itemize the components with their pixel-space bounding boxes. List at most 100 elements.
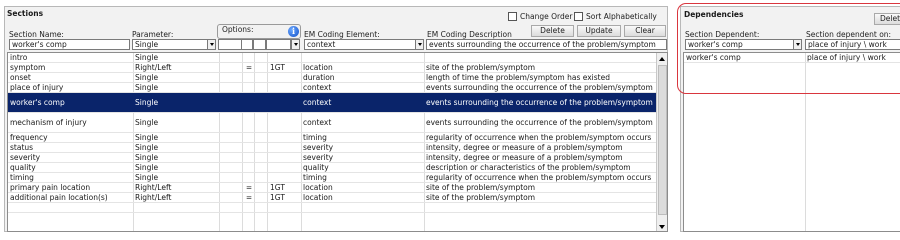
cell-name: primary pain location <box>10 183 91 192</box>
cell-name: symptom <box>10 63 46 72</box>
options-label: Options: <box>222 25 254 34</box>
table-row[interactable]: worker's comp Single context events surroun… <box>8 93 656 113</box>
sections-grid: intro Single symptom Right/Left = 1GT location… <box>7 52 668 232</box>
table-row[interactable]: symptom Right/Left = 1GT location site of the… <box>8 63 656 73</box>
cell-o3 <box>268 73 301 82</box>
cell-name <box>8 203 133 212</box>
cell-o3: 1GT <box>270 183 285 192</box>
cell-o2 <box>242 93 254 112</box>
cell-o1 <box>219 183 242 192</box>
table-row[interactable]: timing Single timing regularity of occurren… <box>8 173 656 183</box>
cell-o1 <box>219 153 242 162</box>
cell-em: severity <box>303 143 334 152</box>
scroll-down-icon[interactable] <box>658 223 666 231</box>
cell-o3 <box>268 133 301 142</box>
cell-o1 <box>219 143 242 152</box>
cell-o2: = <box>245 183 253 192</box>
table-row[interactable]: frequency Single timing regularity of occur… <box>8 133 656 143</box>
table-row[interactable]: onset Single duration length of time the pr… <box>8 73 656 83</box>
scroll-thumb[interactable] <box>658 65 667 215</box>
cell-o3 <box>268 203 301 212</box>
cell-o1 <box>219 93 242 112</box>
cell-o3: 1GT <box>270 63 285 72</box>
cell-em: location <box>303 183 333 192</box>
cell-o1 <box>219 163 242 172</box>
change-order-label: Change Order <box>520 12 573 21</box>
cell-o1 <box>219 113 242 132</box>
cell-o2 <box>242 173 254 182</box>
table-row[interactable] <box>8 203 656 213</box>
cell-o2 <box>242 143 254 152</box>
sort-alphabetically-checkbox[interactable] <box>574 12 583 21</box>
table-row[interactable]: quality Single quality description or chara… <box>8 163 656 173</box>
cell-o1 <box>219 63 242 72</box>
cell-o2 <box>242 73 254 82</box>
cell-param: Single <box>135 53 159 62</box>
cell-o1 <box>219 53 242 62</box>
em-element-dropdown-icon[interactable] <box>415 39 424 50</box>
cell-param: Single <box>135 143 159 152</box>
cell-o2: = <box>245 63 253 72</box>
table-row[interactable]: severity Single severity intensity, degree … <box>8 153 656 163</box>
cell-o3 <box>268 83 301 92</box>
sections-title: Sections <box>7 9 44 18</box>
sections-panel: Sections Change Order Sort Alphabeticall… <box>4 6 668 232</box>
cell-o3 <box>268 153 301 162</box>
section-name-header: Section Name: <box>9 30 64 39</box>
cell-o3 <box>268 143 301 152</box>
cell-desc: intensity, degree or measure of a proble… <box>426 143 623 152</box>
option-field-2[interactable] <box>241 39 253 50</box>
parameter-select[interactable]: Single <box>132 39 208 50</box>
table-row[interactable]: primary pain location Right/Left = 1GT locat… <box>8 183 656 193</box>
cell-name: additional pain location(s) <box>10 193 108 202</box>
cell-desc: events surrounding the occurrence of the… <box>426 118 653 127</box>
em-description-input[interactable]: events surrounding the occurrence of the… <box>426 39 667 50</box>
cell-o3 <box>268 113 301 132</box>
cell-name: severity <box>10 153 41 162</box>
cell-o1 <box>219 193 242 202</box>
update-button[interactable]: Update <box>577 25 621 37</box>
parameter-dropdown-icon[interactable] <box>207 39 216 50</box>
options-group: Options: i <box>217 24 301 39</box>
table-row[interactable]: status Single severity intensity, degree or… <box>8 143 656 153</box>
delete-button[interactable]: Delete <box>531 25 574 37</box>
cell-o3 <box>268 173 301 182</box>
option-field-4[interactable] <box>266 39 291 50</box>
cell-name: intro <box>10 53 28 62</box>
em-element-select[interactable]: context <box>304 39 416 50</box>
cell-o2 <box>242 133 254 142</box>
dependencies-highlight <box>677 3 900 94</box>
option-field-3[interactable] <box>253 39 266 50</box>
clear-button[interactable]: Clear <box>624 25 666 37</box>
options-dropdown-icon[interactable] <box>291 39 300 50</box>
cell-o2: = <box>245 193 253 202</box>
info-icon[interactable]: i <box>288 26 299 37</box>
table-row[interactable]: additional pain location(s) Right/Left = 1G… <box>8 193 656 203</box>
cell-em <box>301 53 424 62</box>
cell-em: location <box>303 193 333 202</box>
change-order-checkbox[interactable] <box>508 12 517 21</box>
cell-param: Right/Left <box>135 193 172 202</box>
cell-desc: description or characteristics of the pr… <box>426 163 631 172</box>
cell-desc: site of the problem/symptom <box>426 193 536 202</box>
sort-alphabetically-label: Sort Alphabetically <box>586 12 657 21</box>
cell-param: Single <box>135 163 159 172</box>
cell-param: Single <box>135 73 159 82</box>
cell-name: place of injury <box>10 83 64 92</box>
cell-desc: site of the problem/symptom <box>426 63 536 72</box>
cell-em: location <box>303 63 333 72</box>
table-row[interactable]: mechanism of injury Single context events s… <box>8 113 656 133</box>
cell-name: mechanism of injury <box>10 118 87 127</box>
table-row[interactable]: place of injury Single context events surro… <box>8 83 656 93</box>
cell-em: quality <box>303 163 329 172</box>
cell-desc: site of the problem/symptom <box>426 183 536 192</box>
option-field-1[interactable] <box>218 39 242 50</box>
cell-o2 <box>242 113 254 132</box>
cell-name: worker's comp <box>10 98 65 107</box>
section-name-input[interactable]: worker's comp <box>9 39 130 50</box>
cell-o1 <box>219 83 242 92</box>
scroll-up-icon[interactable] <box>658 55 666 63</box>
cell-param: Right/Left <box>135 183 172 192</box>
sections-scrollbar[interactable] <box>656 53 667 231</box>
table-row[interactable]: intro Single <box>8 53 656 63</box>
